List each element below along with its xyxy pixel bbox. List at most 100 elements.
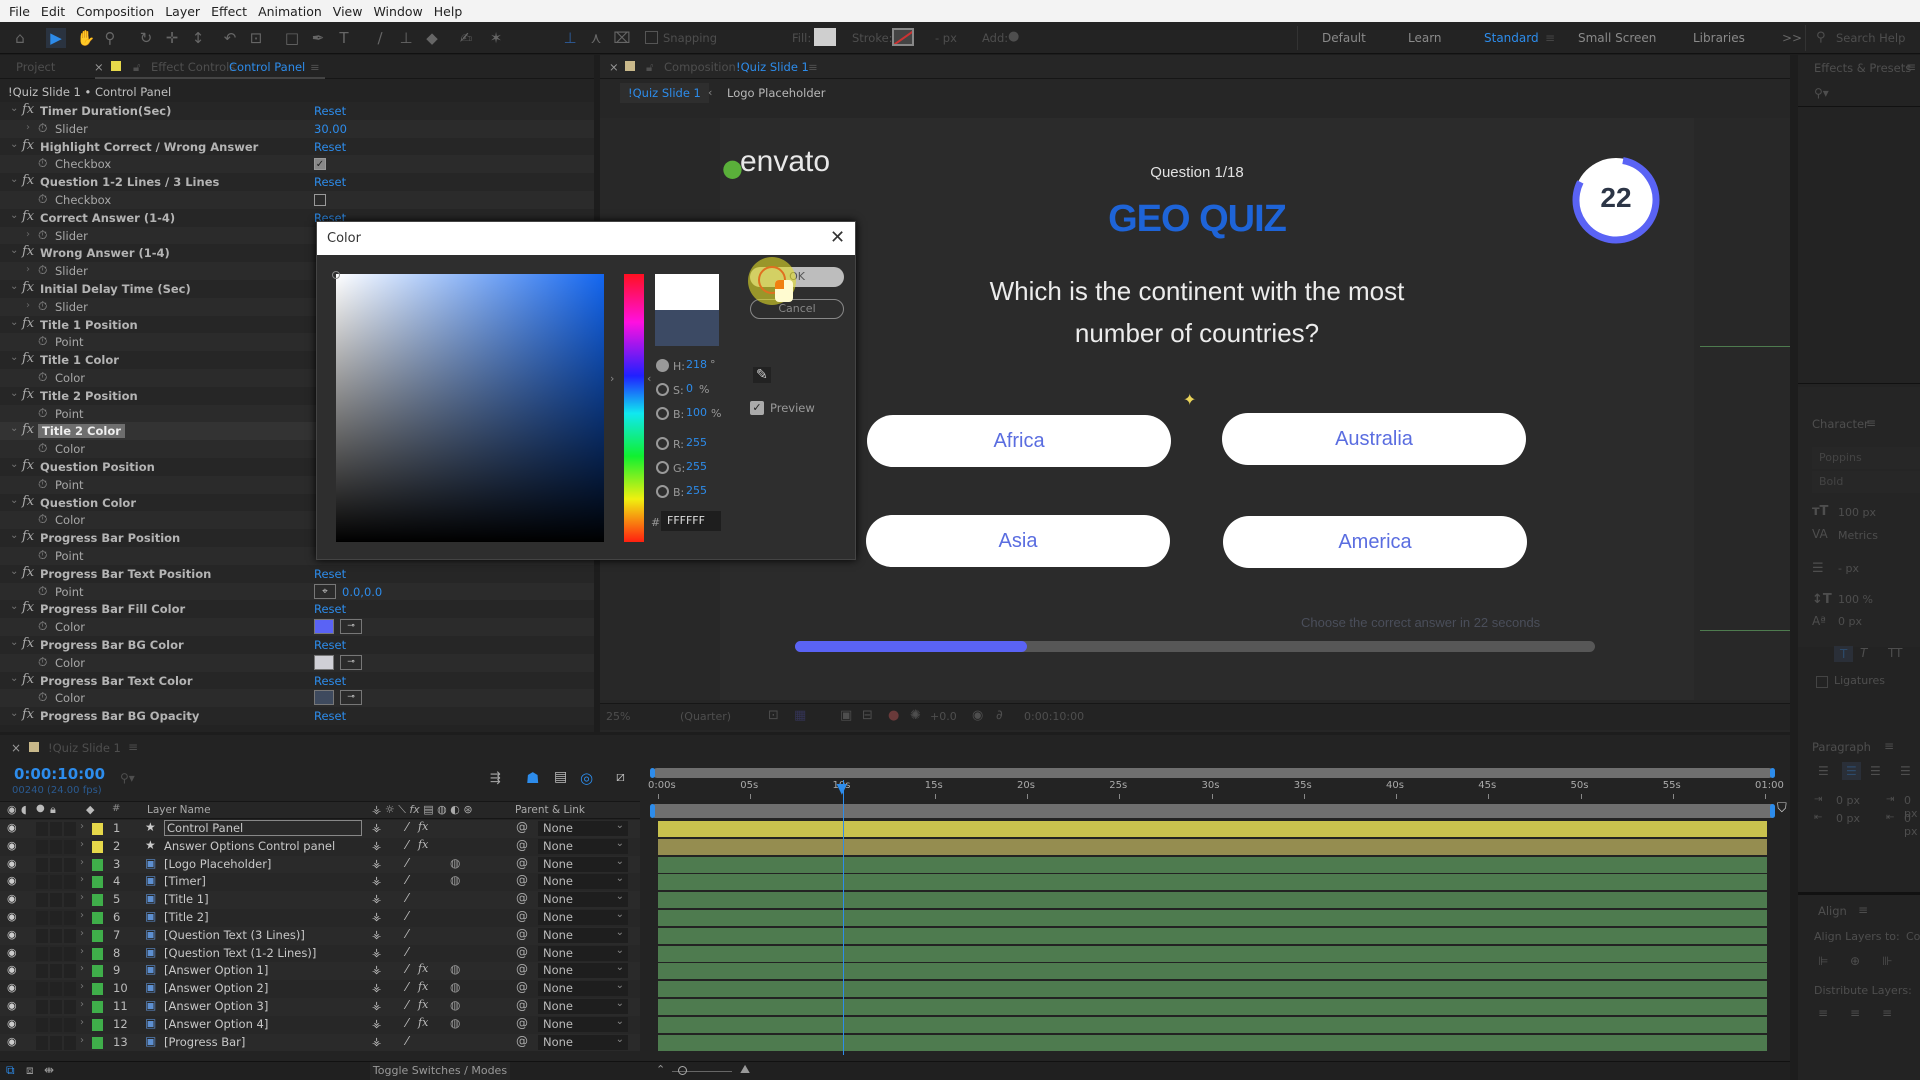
align-right-edges-icon[interactable]: ⊪ — [1882, 954, 1892, 968]
stopwatch-icon[interactable]: ⏱ — [38, 334, 47, 349]
character-menu-icon[interactable]: ≡ — [1866, 416, 1876, 430]
comp-marker-bin-icon[interactable]: ⛉ — [1777, 801, 1787, 816]
effect-expand-chevron-icon[interactable]: ⌄ — [10, 708, 18, 719]
effect-name[interactable]: Highlight Correct / Wrong Answer — [40, 140, 258, 154]
answer-option-1[interactable]: Africa — [867, 415, 1171, 467]
3d-view-icon[interactable]: ⊟ — [862, 708, 873, 723]
property-expand-chevron-icon[interactable]: › — [26, 264, 30, 275]
resolution-dropdown[interactable]: (Quarter) — [680, 710, 731, 723]
property-expand-chevron-icon[interactable]: › — [26, 229, 30, 240]
reset-link[interactable]: Reset — [314, 638, 346, 652]
kerning-value[interactable]: Metrics — [1838, 529, 1878, 542]
effect-name[interactable]: Wrong Answer (1-4) — [40, 246, 170, 260]
reset-link[interactable]: Reset — [314, 602, 346, 616]
menu-layer[interactable]: Layer — [162, 4, 208, 19]
view-axis-icon[interactable]: ⌧ — [612, 28, 632, 48]
effect-row[interactable]: ⌄ fx Progress Bar Fill Color Reset — [0, 600, 594, 619]
hue-slider-right-arrow[interactable]: ‹ — [647, 372, 651, 385]
brightness-value[interactable]: 100 — [686, 406, 707, 419]
reset-link[interactable]: Reset — [314, 567, 346, 581]
effect-name[interactable]: Title 2 Color — [38, 424, 125, 439]
fx-icon[interactable]: fx — [22, 316, 34, 331]
original-color-swatch[interactable] — [655, 310, 719, 346]
effect-expand-chevron-icon[interactable]: ⌄ — [10, 245, 18, 256]
distribute-top-icon[interactable]: ≡ — [1818, 1006, 1828, 1020]
panel-menu-icon[interactable]: ≡ — [310, 60, 320, 74]
stopwatch-icon[interactable]: ⏱ — [38, 299, 47, 314]
effect-name[interactable]: Title 1 Position — [40, 318, 138, 332]
zoom-dropdown[interactable]: 25% — [606, 710, 630, 723]
pen-tool-icon[interactable]: ✒ — [308, 28, 328, 48]
effect-row[interactable]: ⌄ fx Question 1-2 Lines / 3 Lines Reset — [0, 173, 594, 191]
show-snapshot-icon[interactable]: ∂ — [996, 708, 1003, 723]
effect-row[interactable]: ⌄ fx Progress Bar Text Color Reset — [0, 671, 594, 690]
close-tab-icon[interactable]: × — [94, 60, 104, 74]
font-style-dropdown[interactable]: Bold — [1812, 471, 1920, 493]
align-right-icon[interactable]: ☰ — [1870, 764, 1881, 778]
eyedropper-icon[interactable]: ✎ — [753, 367, 771, 383]
in-out-toggle-icon[interactable]: ⇼ — [44, 1063, 54, 1077]
align-left-icon[interactable]: ☰ — [1818, 764, 1829, 778]
justify-icon[interactable]: ☰ — [1900, 764, 1911, 778]
comp-panel-menu-icon[interactable]: ≡ — [808, 60, 818, 74]
eyedropper-icon[interactable]: ⊸ — [340, 654, 362, 670]
menu-animation[interactable]: Animation — [255, 4, 330, 19]
fx-icon[interactable]: fx — [22, 173, 34, 188]
menu-file[interactable]: File — [6, 4, 38, 19]
effect-row[interactable]: ⌄ fx Timer Duration(Sec) Reset — [0, 102, 594, 120]
answer-option-2[interactable]: Australia — [1222, 413, 1526, 465]
distribute-bottom-icon[interactable]: ≡ — [1882, 1006, 1892, 1020]
stopwatch-icon[interactable]: ⏱ — [38, 512, 47, 527]
clone-stamp-icon[interactable]: ⊥ — [396, 28, 416, 48]
align-center-icon[interactable]: ☰ — [1842, 762, 1861, 780]
align-h-centers-icon[interactable]: ⊕ — [1850, 954, 1860, 968]
saturation-value[interactable]: 0 — [686, 382, 693, 395]
stroke-swatch[interactable] — [892, 28, 914, 46]
layer-duration-bar[interactable] — [658, 1016, 1767, 1033]
layer-duration-bar[interactable] — [658, 1034, 1767, 1051]
layer-duration-bar[interactable] — [658, 999, 1767, 1015]
layer-switches-toggle-icon[interactable]: ⧉ — [6, 1063, 15, 1078]
navigator-end-handle[interactable] — [1770, 804, 1775, 818]
indent-first-value[interactable]: 0 px — [1836, 812, 1860, 825]
effect-checkbox[interactable]: ✓ — [314, 158, 326, 171]
fx-icon[interactable]: fx — [22, 244, 34, 259]
effect-name[interactable]: Progress Bar BG Color — [40, 638, 184, 652]
effects-search-input[interactable]: ⚲▾ — [1806, 83, 1920, 105]
tab-composition[interactable]: Composition — [664, 60, 736, 74]
orbit-tool-icon[interactable]: ↻ — [136, 28, 156, 48]
stopwatch-icon[interactable]: ⏱ — [38, 192, 47, 207]
effect-expand-chevron-icon[interactable]: ⌄ — [10, 530, 18, 541]
fx-icon[interactable]: fx — [22, 351, 34, 366]
fx-icon[interactable]: fx — [22, 565, 34, 580]
effect-row[interactable]: ⌄ fx Highlight Correct / Wrong Answer Reset — [0, 137, 594, 156]
stopwatch-icon[interactable]: ⏱ — [38, 156, 47, 171]
menu-window[interactable]: Window — [370, 4, 430, 19]
close-dialog-icon[interactable]: ✕ — [830, 227, 845, 248]
transparency-grid-icon[interactable]: ▦ — [794, 708, 806, 723]
tab-effect-controls[interactable]: Effect Controls — [151, 60, 235, 74]
blue-value[interactable]: 255 — [686, 484, 707, 497]
breadcrumb-layer[interactable]: Logo Placeholder — [727, 86, 825, 100]
exposure-value[interactable]: +0.0 — [930, 710, 957, 723]
roto-brush-icon[interactable]: ✍ — [456, 28, 476, 48]
selection-tool-icon[interactable]: ▶ — [46, 28, 66, 48]
align-to-dropdown[interactable]: Co — [1906, 930, 1920, 943]
effect-row[interactable]: ⌄ fx Progress Bar BG Color Reset — [0, 636, 594, 654]
layer-duration-bar[interactable] — [658, 927, 1767, 944]
playhead-handle[interactable]: ▼ — [837, 781, 848, 797]
hue-radio[interactable] — [656, 359, 669, 372]
layer-duration-bar[interactable] — [658, 892, 1767, 909]
stopwatch-icon[interactable]: ⏱ — [38, 370, 47, 385]
layer-duration-bar[interactable] — [658, 910, 1767, 926]
point-target-icon[interactable]: ⌖ — [314, 583, 336, 599]
tab-composition-name[interactable]: !Quiz Slide 1 — [736, 60, 809, 74]
stopwatch-icon[interactable]: ⏱ — [38, 263, 47, 278]
effect-expand-chevron-icon[interactable]: ⌄ — [10, 459, 18, 470]
effect-name[interactable]: Progress Bar BG Opacity — [40, 709, 199, 723]
effect-name[interactable]: Progress Bar Text Position — [40, 567, 211, 581]
effect-name[interactable]: Progress Bar Position — [40, 531, 180, 545]
eraser-tool-icon[interactable]: ◆ — [422, 28, 442, 48]
color-picker-handle[interactable] — [332, 271, 340, 279]
menu-edit[interactable]: Edit — [38, 4, 73, 19]
